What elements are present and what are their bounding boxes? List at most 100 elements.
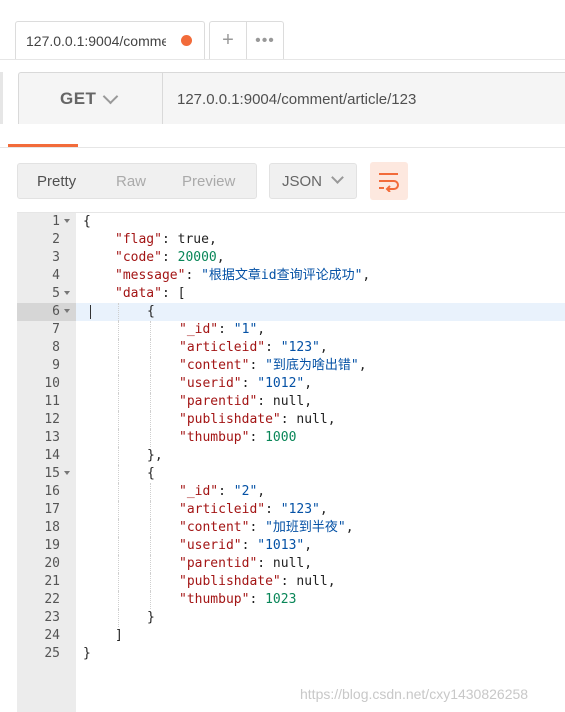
json-string: "123" — [280, 502, 320, 517]
json-punct: ] — [115, 628, 123, 643]
json-key: "publishdate" — [179, 574, 281, 589]
code-line: 20 "parentid": null, — [17, 555, 565, 573]
fold-arrow-icon[interactable] — [64, 219, 70, 223]
code-text: "code": 20000, — [115, 249, 225, 267]
json-punct: , — [216, 250, 225, 265]
json-key: "userid" — [179, 376, 242, 391]
line-number: 11 — [44, 394, 60, 409]
code-text: { — [147, 465, 155, 483]
indent-guide — [150, 555, 151, 573]
response-body-editor[interactable]: 1{2 "flag": true, 3 "code": 20000, 4 "message… — [17, 212, 565, 712]
line-number: 13 — [44, 430, 60, 445]
json-punct: } — [147, 610, 155, 625]
active-tab-indicator — [8, 144, 78, 147]
format-select[interactable]: JSON — [269, 163, 357, 199]
indent-guide — [150, 519, 151, 537]
code-text: } — [147, 609, 155, 627]
json-punct: , — [319, 340, 328, 355]
json-punct: : [ — [161, 286, 186, 301]
response-tabs — [0, 124, 565, 148]
new-tab-button[interactable]: + — [209, 21, 247, 59]
line-number: 10 — [44, 376, 60, 391]
code-text: { — [83, 213, 91, 231]
json-punct: : — [241, 376, 258, 391]
json-punct: : — [249, 430, 266, 445]
json-key: "articleid" — [179, 502, 266, 517]
json-key: "message" — [115, 268, 186, 283]
line-number: 8 — [52, 340, 60, 355]
json-punct: , — [358, 358, 367, 373]
line-number: 25 — [44, 646, 60, 661]
json-punct: : — [249, 520, 266, 535]
wrap-lines-icon — [379, 173, 399, 192]
json-punct: : null, — [280, 574, 336, 589]
wrap-lines-button[interactable] — [370, 162, 408, 200]
indent-guide — [118, 321, 119, 339]
fold-arrow-icon[interactable] — [64, 291, 70, 295]
json-key: "data" — [115, 286, 162, 301]
indent-guide — [118, 591, 119, 609]
line-number: 1 — [52, 214, 60, 229]
line-number: 14 — [44, 448, 60, 463]
indent-guide — [118, 519, 119, 537]
code-line: 2 "flag": true, — [17, 231, 565, 249]
indent-guide — [150, 321, 151, 339]
json-key: "_id" — [179, 484, 219, 499]
indent-guide — [118, 411, 119, 429]
json-string: "1013" — [257, 538, 305, 553]
preview-button[interactable]: Preview — [182, 173, 235, 190]
line-number: 16 — [44, 484, 60, 499]
json-punct: : — [249, 358, 266, 373]
json-key: "code" — [115, 250, 162, 265]
code-line: 25} — [17, 645, 565, 663]
json-key: "flag" — [115, 232, 162, 247]
more-tabs-button[interactable]: ••• — [246, 21, 284, 59]
json-punct: { — [147, 466, 155, 481]
code-line: 8 "articleid": "123", — [17, 339, 565, 357]
line-number: 5 — [52, 286, 60, 301]
line-number: 18 — [44, 520, 60, 535]
line-number: 2 — [52, 232, 60, 247]
json-punct: }, — [147, 448, 163, 463]
json-punct: : — [218, 322, 234, 337]
code-line: 21 "publishdate": null, — [17, 573, 565, 591]
code-text: ] — [115, 627, 123, 645]
json-punct: : null, — [257, 394, 313, 409]
fold-arrow-icon[interactable] — [64, 309, 70, 313]
indent-guide — [150, 375, 151, 393]
code-text: }, — [147, 447, 163, 465]
code-line: 23} — [17, 609, 565, 627]
raw-button[interactable]: Raw — [116, 173, 146, 190]
response-toolbar: Pretty Raw Preview JSON — [0, 148, 565, 212]
request-tab[interactable]: 127.0.0.1:9004/comment/article/123 — [15, 21, 205, 59]
code-line: 12 "publishdate": null, — [17, 411, 565, 429]
divider — [0, 72, 3, 128]
json-string: "到底为啥出错" — [265, 358, 359, 373]
fold-arrow-icon[interactable] — [64, 471, 70, 475]
indent-guide — [118, 555, 119, 573]
json-punct: : — [265, 340, 281, 355]
url-input[interactable]: 127.0.0.1:9004/comment/article/123 — [162, 72, 565, 128]
indent-guide — [150, 411, 151, 429]
code-text: "publishdate": null, — [179, 573, 336, 591]
indent-guide — [118, 447, 119, 465]
json-punct: : — [161, 232, 178, 247]
json-string: "加班到半夜" — [265, 520, 346, 535]
json-string: "123" — [280, 340, 320, 355]
json-key: "_id" — [179, 322, 219, 337]
indent-guide — [150, 483, 151, 501]
json-punct: , — [208, 232, 217, 247]
indent-guide — [118, 429, 119, 447]
indent-guide — [150, 393, 151, 411]
code-text: "flag": true, — [115, 231, 217, 249]
code-text: "thumbup": 1000 — [179, 429, 296, 447]
method-select[interactable]: GET — [18, 72, 162, 128]
code-line: 9 "content": "到底为啥出错", — [17, 357, 565, 375]
json-punct: : — [161, 250, 178, 265]
json-key: "parentid" — [179, 556, 258, 571]
line-number: 24 — [44, 628, 60, 643]
code-line: 16 "_id": "2", — [17, 483, 565, 501]
line-number: 22 — [44, 592, 60, 607]
line-number: 23 — [44, 610, 60, 625]
pretty-button[interactable]: Pretty — [37, 173, 76, 190]
